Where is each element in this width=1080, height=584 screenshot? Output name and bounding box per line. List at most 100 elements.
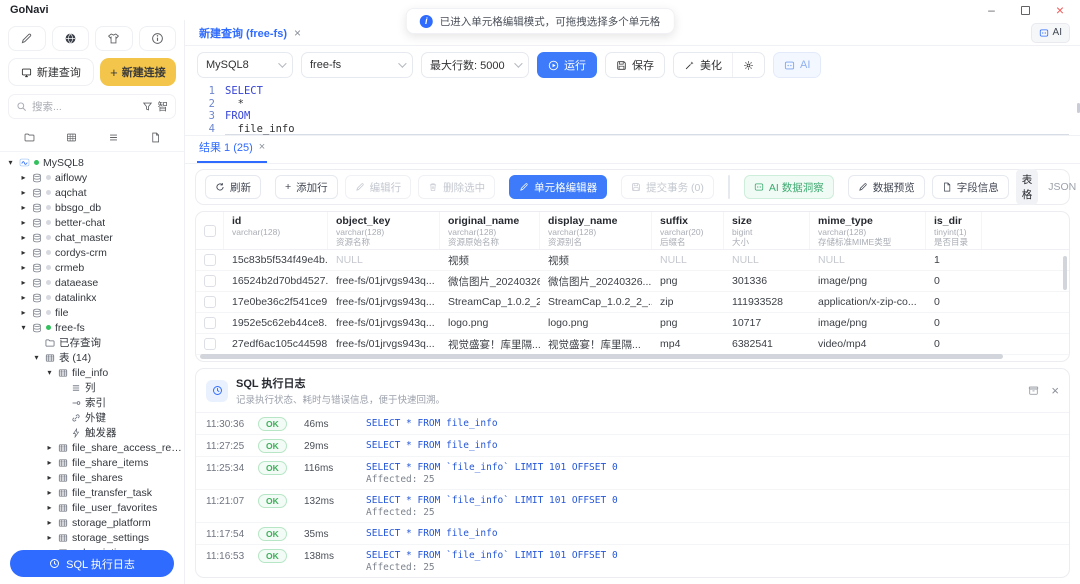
view-mode-JSON[interactable]: JSON bbox=[1048, 181, 1076, 193]
tree-caret-icon[interactable]: ▸ bbox=[19, 203, 28, 212]
table-row[interactable]: 16524b2d70bd4527... free-fs/01jrvgs943q..… bbox=[196, 271, 1069, 292]
row-checkbox[interactable] bbox=[204, 254, 216, 266]
delete-selected-button[interactable]: 删除选中 bbox=[418, 175, 496, 199]
code-line[interactable]: SELECT bbox=[225, 85, 1069, 98]
cell-original_name[interactable]: 视频 bbox=[440, 253, 540, 268]
close-button[interactable]: × bbox=[1056, 3, 1064, 17]
cell-is_dir[interactable]: 0 bbox=[926, 317, 982, 329]
new-connection-button[interactable]: + 新建连接 bbox=[99, 58, 176, 86]
table-row[interactable]: 1952e5c62eb44ce8... free-fs/01jrvgs943q..… bbox=[196, 313, 1069, 334]
cell-is_dir[interactable]: 0 bbox=[926, 296, 982, 308]
tree-item-列[interactable]: 列 bbox=[6, 380, 184, 395]
log-entry[interactable]: 11:16:53 OK 138ms SELECT * FROM `file_info`… bbox=[196, 545, 1069, 577]
tree-caret-icon[interactable]: ▸ bbox=[45, 488, 54, 497]
cell-editor-button[interactable]: 单元格编辑器 bbox=[509, 175, 608, 199]
table-row[interactable]: 27edf6ac105c44598... free-fs/01jrvgs943q.… bbox=[196, 334, 1069, 355]
tree-item-cordys-crm[interactable]: ▸ cordys-crm bbox=[6, 245, 184, 260]
tree-item-file_transfer_task[interactable]: ▸ file_transfer_task bbox=[6, 485, 184, 500]
save-button[interactable]: 保存 bbox=[605, 52, 665, 78]
search-input[interactable] bbox=[32, 100, 137, 113]
row-checkbox[interactable] bbox=[204, 296, 216, 308]
cell-size[interactable]: 10717 bbox=[724, 317, 810, 329]
cell-original_name[interactable]: 微信图片_20240326... bbox=[440, 274, 540, 289]
tree-item-storage_settings[interactable]: ▸ storage_settings bbox=[6, 530, 184, 545]
pen-button[interactable] bbox=[8, 26, 46, 51]
cell-mime_type[interactable]: video/mp4 bbox=[810, 338, 926, 350]
cell-id[interactable]: 15c83b5f534f49e4b... bbox=[224, 254, 328, 266]
tree-item-file_user_favorites[interactable]: ▸ file_user_favorites bbox=[6, 500, 184, 515]
beautify-button[interactable]: 美化 bbox=[674, 53, 732, 77]
maximize-button[interactable] bbox=[1020, 5, 1030, 15]
cell-suffix[interactable]: mp4 bbox=[652, 338, 724, 350]
tree-item-aiflowy[interactable]: ▸ aiflowy bbox=[6, 170, 184, 185]
cell-object_key[interactable]: NULL bbox=[328, 254, 440, 266]
table-row[interactable]: 15c83b5f534f49e4b... NULL 视频 视频 NULL NULL NULL… bbox=[196, 250, 1069, 271]
view-tab-tables[interactable] bbox=[56, 127, 86, 147]
tree-item-索引[interactable]: 索引 bbox=[6, 395, 184, 410]
tree-caret-icon[interactable]: ▾ bbox=[19, 323, 28, 332]
row-checkbox[interactable] bbox=[204, 275, 216, 287]
tree-caret-icon[interactable]: ▸ bbox=[19, 188, 28, 197]
smart-filter-toggle[interactable]: 智 bbox=[158, 99, 169, 114]
cell-object_key[interactable]: free-fs/01jrvgs943q... bbox=[328, 317, 440, 329]
cell-id[interactable]: 16524b2d70bd4527... bbox=[224, 275, 328, 287]
results-tab[interactable]: 结果 1 (25) × bbox=[197, 139, 268, 163]
about-button[interactable] bbox=[138, 26, 176, 51]
tree-caret-icon[interactable]: ▸ bbox=[19, 173, 28, 182]
tree-caret-icon[interactable]: ▸ bbox=[19, 278, 28, 287]
tree-caret-icon[interactable]: ▸ bbox=[19, 293, 28, 302]
column-header-id[interactable]: id varchar(128) bbox=[224, 212, 328, 249]
cell-display_name[interactable]: logo.png bbox=[540, 317, 652, 329]
tree-caret-icon[interactable]: ▸ bbox=[19, 308, 28, 317]
tree-caret-icon[interactable]: ▸ bbox=[45, 458, 54, 467]
tree-item-file_share_access_record[interactable]: ▸ file_share_access_record bbox=[6, 440, 184, 455]
new-query-button[interactable]: 新建查询 bbox=[8, 58, 94, 86]
globe-button[interactable] bbox=[51, 26, 89, 51]
code-line[interactable]: * bbox=[225, 98, 1069, 111]
editor-tab-close-icon[interactable]: × bbox=[294, 26, 301, 40]
add-row-button[interactable]: + 添加行 bbox=[275, 175, 338, 199]
tree-caret-icon[interactable]: ▾ bbox=[6, 158, 15, 167]
cell-mime_type[interactable]: image/png bbox=[810, 317, 926, 329]
max-rows-select[interactable]: 最大行数: 5000 bbox=[421, 52, 529, 78]
tree-caret-icon[interactable]: ▸ bbox=[45, 518, 54, 527]
tree-item-storage_platform[interactable]: ▸ storage_platform bbox=[6, 515, 184, 530]
cell-size[interactable]: 111933528 bbox=[724, 296, 810, 308]
cell-display_name[interactable]: 视频 bbox=[540, 253, 652, 268]
column-header-size[interactable]: size bigint 大小 bbox=[724, 212, 810, 249]
table-row[interactable]: 17e0be36c2f541ce9... free-fs/01jrvgs943q.… bbox=[196, 292, 1069, 313]
connection-select[interactable]: MySQL8 bbox=[197, 52, 293, 78]
cell-is_dir[interactable]: 1 bbox=[926, 254, 982, 266]
tree-caret-icon[interactable]: ▾ bbox=[45, 368, 54, 377]
tree-item-aqchat[interactable]: ▸ aqchat bbox=[6, 185, 184, 200]
tree-item-file_info[interactable]: ▾ file_info bbox=[6, 365, 184, 380]
tree-caret-icon[interactable]: ▸ bbox=[45, 443, 54, 452]
tree-item-better-chat[interactable]: ▸ better-chat bbox=[6, 215, 184, 230]
ai-assist-button[interactable]: AI bbox=[773, 52, 822, 78]
tree-item-chat_master[interactable]: ▸ chat_master bbox=[6, 230, 184, 245]
sql-log-button[interactable]: SQL 执行日志 bbox=[10, 550, 174, 577]
tree-item-触发器[interactable]: 触发器 bbox=[6, 425, 184, 440]
horizontal-scrollbar[interactable] bbox=[200, 354, 1004, 359]
cell-display_name[interactable]: 微信图片_20240326... bbox=[540, 274, 652, 289]
tree-item-free-fs[interactable]: ▾ free-fs bbox=[6, 320, 184, 335]
tree-item-crmeb[interactable]: ▸ crmeb bbox=[6, 260, 184, 275]
column-header-object_key[interactable]: object_key varchar(128) 资源名称 bbox=[328, 212, 440, 249]
column-header-is_dir[interactable]: is_dir tinyint(1) 是否目录 bbox=[926, 212, 982, 249]
tree-item-表 (14)[interactable]: ▾ 表 (14) bbox=[6, 350, 184, 365]
minimize-button[interactable]: – bbox=[988, 4, 995, 16]
log-entry[interactable]: 11:30:36 OK 46ms SELECT * FROM file_info bbox=[196, 413, 1069, 435]
cell-mime_type[interactable]: image/png bbox=[810, 275, 926, 287]
tree-item-file_share_items[interactable]: ▸ file_share_items bbox=[6, 455, 184, 470]
row-checkbox[interactable] bbox=[204, 338, 216, 350]
view-tab-file[interactable] bbox=[140, 127, 170, 147]
column-header-suffix[interactable]: suffix varchar(20) 后缀名 bbox=[652, 212, 724, 249]
select-all-checkbox[interactable] bbox=[203, 224, 216, 237]
tree-item-file_shares[interactable]: ▸ file_shares bbox=[6, 470, 184, 485]
filter-icon[interactable] bbox=[142, 101, 153, 112]
cell-original_name[interactable]: 视觉盛宴！库里隔... bbox=[440, 337, 540, 352]
editor-code[interactable]: SELECT * FROM file_info bbox=[225, 85, 1077, 135]
editor-tab[interactable]: 新建查询 (free-fs) × bbox=[195, 25, 305, 41]
cell-display_name[interactable]: StreamCap_1.0.2_2_... bbox=[540, 296, 652, 308]
settings-button[interactable] bbox=[732, 53, 764, 77]
